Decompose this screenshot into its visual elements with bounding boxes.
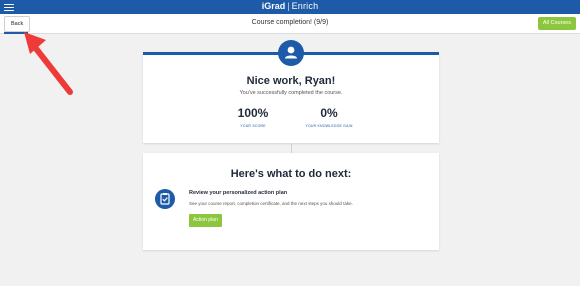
top-bar: iGrad | Enrich [0, 0, 580, 14]
score-stat: 100% YOUR SCORE [213, 106, 293, 128]
clipboard-check-icon [155, 189, 175, 209]
action-plan-title: Review your personalized action plan [189, 190, 288, 196]
next-steps-card: Here's what to do next: Review your pers… [143, 153, 439, 250]
sub-header: Back Course completion! (9/9) All Course… [0, 14, 580, 34]
completion-message: You've successfully completed the course… [239, 90, 343, 96]
completion-heading: Nice work, Ryan! [246, 75, 336, 87]
user-avatar-icon [278, 40, 304, 66]
app-logo: iGrad | Enrich [0, 1, 580, 11]
page-subtitle: Course completion! (9/9) [251, 19, 329, 26]
action-plan-description: See your course report, completion certi… [189, 201, 353, 206]
knowledge-gain-label: YOUR KNOWLEDGE GAIN [305, 124, 353, 128]
logo-enrich: Enrich [291, 1, 319, 11]
logo-igrad: iGrad [261, 1, 286, 11]
score-label: YOUR SCORE [240, 124, 266, 128]
next-steps-heading: Here's what to do next: [230, 168, 352, 180]
knowledge-gain-value: 0% [320, 106, 338, 120]
score-value: 100% [237, 106, 269, 120]
knowledge-gain-stat: 0% YOUR KNOWLEDGE GAIN [289, 106, 369, 128]
red-arrow-annotation-icon [24, 32, 73, 95]
all-courses-button[interactable]: All Courses [537, 17, 576, 30]
card-connector [291, 143, 292, 153]
action-plan-button[interactable]: Action plan [189, 214, 222, 227]
logo-separator: | [287, 1, 290, 11]
